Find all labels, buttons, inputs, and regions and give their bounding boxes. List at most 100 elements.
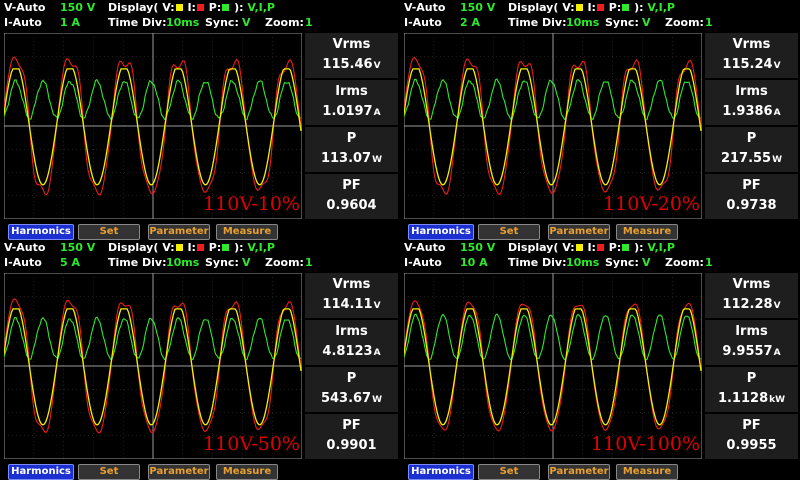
pf-label: PF <box>742 418 761 433</box>
power-value: 217.55W <box>720 151 783 166</box>
measure-button[interactable]: Measure <box>616 464 678 480</box>
vrms-value: 115.24V <box>722 57 781 72</box>
current-color-swatch <box>596 244 604 251</box>
parameter-button[interactable]: Parameter <box>548 464 610 480</box>
vrms-label: Vrms <box>732 277 771 292</box>
pf-value: 0.9955 <box>726 438 777 453</box>
load-condition-tag: 110V-10% <box>203 193 300 215</box>
i-auto-label: I-Auto <box>4 16 42 29</box>
power-box: P 543.67W <box>305 367 398 412</box>
vrms-box: Vrms 115.46V <box>305 33 398 78</box>
measure-button[interactable]: Measure <box>216 464 278 480</box>
time-div-label: Time Div: <box>508 16 567 29</box>
set-button[interactable]: Set <box>478 224 540 240</box>
power-box: P 217.55W <box>705 127 798 172</box>
display-setting: Display( V: I: P: ): V,I,P <box>508 1 675 14</box>
zoom-value: 1 <box>705 256 713 269</box>
parameter-button[interactable]: Parameter <box>148 464 210 480</box>
v-range-value: 150 V <box>60 241 96 254</box>
power-color-swatch <box>222 244 230 251</box>
measure-button[interactable]: Measure <box>616 224 678 240</box>
current-color-swatch <box>596 4 604 11</box>
sync-label: Sync: <box>205 16 239 29</box>
time-div-label: Time Div: <box>508 256 567 269</box>
sync-value: V <box>642 256 651 269</box>
irms-label: Irms <box>335 84 368 99</box>
softkey-bar: Harmonics Set Parameter Measure <box>0 462 400 480</box>
status-header: V-Auto 150 V Display( V: I: P: ): V,I,P … <box>400 240 800 272</box>
set-button[interactable]: Set <box>78 464 140 480</box>
irms-box: Irms 9.9557A <box>705 320 798 365</box>
pf-box: PF 0.9901 <box>305 414 398 459</box>
voltage-color-swatch <box>575 244 583 251</box>
zoom-value: 1 <box>305 16 313 29</box>
softkey-bar: Harmonics Set Parameter Measure <box>0 222 400 240</box>
i-auto-label: I-Auto <box>404 16 442 29</box>
parameter-button[interactable]: Parameter <box>548 224 610 240</box>
sync-value: V <box>242 256 251 269</box>
sync-value: V <box>242 16 251 29</box>
sync-value: V <box>642 16 651 29</box>
parameter-button[interactable]: Parameter <box>148 224 210 240</box>
time-div-value: 10ms <box>166 256 200 269</box>
i-range-value: 2 A <box>460 16 480 29</box>
harmonics-button[interactable]: Harmonics <box>408 224 474 240</box>
power-color-swatch <box>622 244 630 251</box>
load-condition-tag: 110V-100% <box>591 433 700 455</box>
load-condition-tag: 110V-50% <box>203 433 300 455</box>
zoom-value: 1 <box>305 256 313 269</box>
i-range-value: 5 A <box>60 256 80 269</box>
softkey-bar: Harmonics Set Parameter Measure <box>400 462 800 480</box>
power-label: P <box>746 131 757 146</box>
v-auto-label: V-Auto <box>404 1 446 14</box>
vrms-box: Vrms 115.24V <box>705 33 798 78</box>
time-div-value: 10ms <box>566 256 600 269</box>
irms-value: 1.0197A <box>322 104 381 119</box>
v-auto-label: V-Auto <box>4 241 46 254</box>
power-label: P <box>346 371 357 386</box>
time-div-label: Time Div: <box>108 16 167 29</box>
waveform-display <box>4 33 302 219</box>
measurement-column: Vrms 115.24V Irms 1.9386A P 217.55W PF 0.973… <box>705 33 798 219</box>
measure-button[interactable]: Measure <box>216 224 278 240</box>
status-header: V-Auto 150 V Display( V: I: P: ): V,I,P … <box>0 0 400 32</box>
set-button[interactable]: Set <box>78 224 140 240</box>
softkey-bar: Harmonics Set Parameter Measure <box>400 222 800 240</box>
vrms-label: Vrms <box>332 277 371 292</box>
display-setting: Display( V: I: P: ): V,I,P <box>108 241 275 254</box>
harmonics-button[interactable]: Harmonics <box>8 464 74 480</box>
status-header: V-Auto 150 V Display( V: I: P: ): V,I,P … <box>400 0 800 32</box>
load-condition-tag: 110V-20% <box>603 193 700 215</box>
vrms-value: 112.28V <box>722 297 781 312</box>
pf-box: PF 0.9955 <box>705 414 798 459</box>
i-range-value: 10 A <box>460 256 488 269</box>
v-auto-label: V-Auto <box>4 1 46 14</box>
scope-panel-1: V-Auto 150 V Display( V: I: P: ): V,I,P … <box>0 0 400 240</box>
pf-value: 0.9738 <box>726 198 777 213</box>
display-setting: Display( V: I: P: ): V,I,P <box>508 241 675 254</box>
set-button[interactable]: Set <box>478 464 540 480</box>
i-auto-label: I-Auto <box>404 256 442 269</box>
pf-label: PF <box>342 418 361 433</box>
irms-label: Irms <box>735 84 768 99</box>
irms-box: Irms 1.9386A <box>705 80 798 125</box>
irms-label: Irms <box>735 324 768 339</box>
voltage-color-swatch <box>175 244 183 251</box>
sync-label: Sync: <box>605 256 639 269</box>
vrms-value: 114.11V <box>322 297 381 312</box>
pf-box: PF 0.9738 <box>705 174 798 219</box>
harmonics-button[interactable]: Harmonics <box>8 224 74 240</box>
current-color-swatch <box>196 4 204 11</box>
vrms-label: Vrms <box>332 37 371 52</box>
current-color-swatch <box>196 244 204 251</box>
irms-value: 4.8123A <box>322 344 381 359</box>
sync-label: Sync: <box>605 16 639 29</box>
pf-label: PF <box>342 178 361 193</box>
v-auto-label: V-Auto <box>404 241 446 254</box>
pf-value: 0.9901 <box>326 438 377 453</box>
irms-box: Irms 1.0197A <box>305 80 398 125</box>
pf-label: PF <box>742 178 761 193</box>
harmonics-button[interactable]: Harmonics <box>408 464 474 480</box>
measurement-column: Vrms 115.46V Irms 1.0197A P 113.07W PF 0.960… <box>305 33 398 219</box>
scope-panel-3: V-Auto 150 V Display( V: I: P: ): V,I,P … <box>0 240 400 480</box>
